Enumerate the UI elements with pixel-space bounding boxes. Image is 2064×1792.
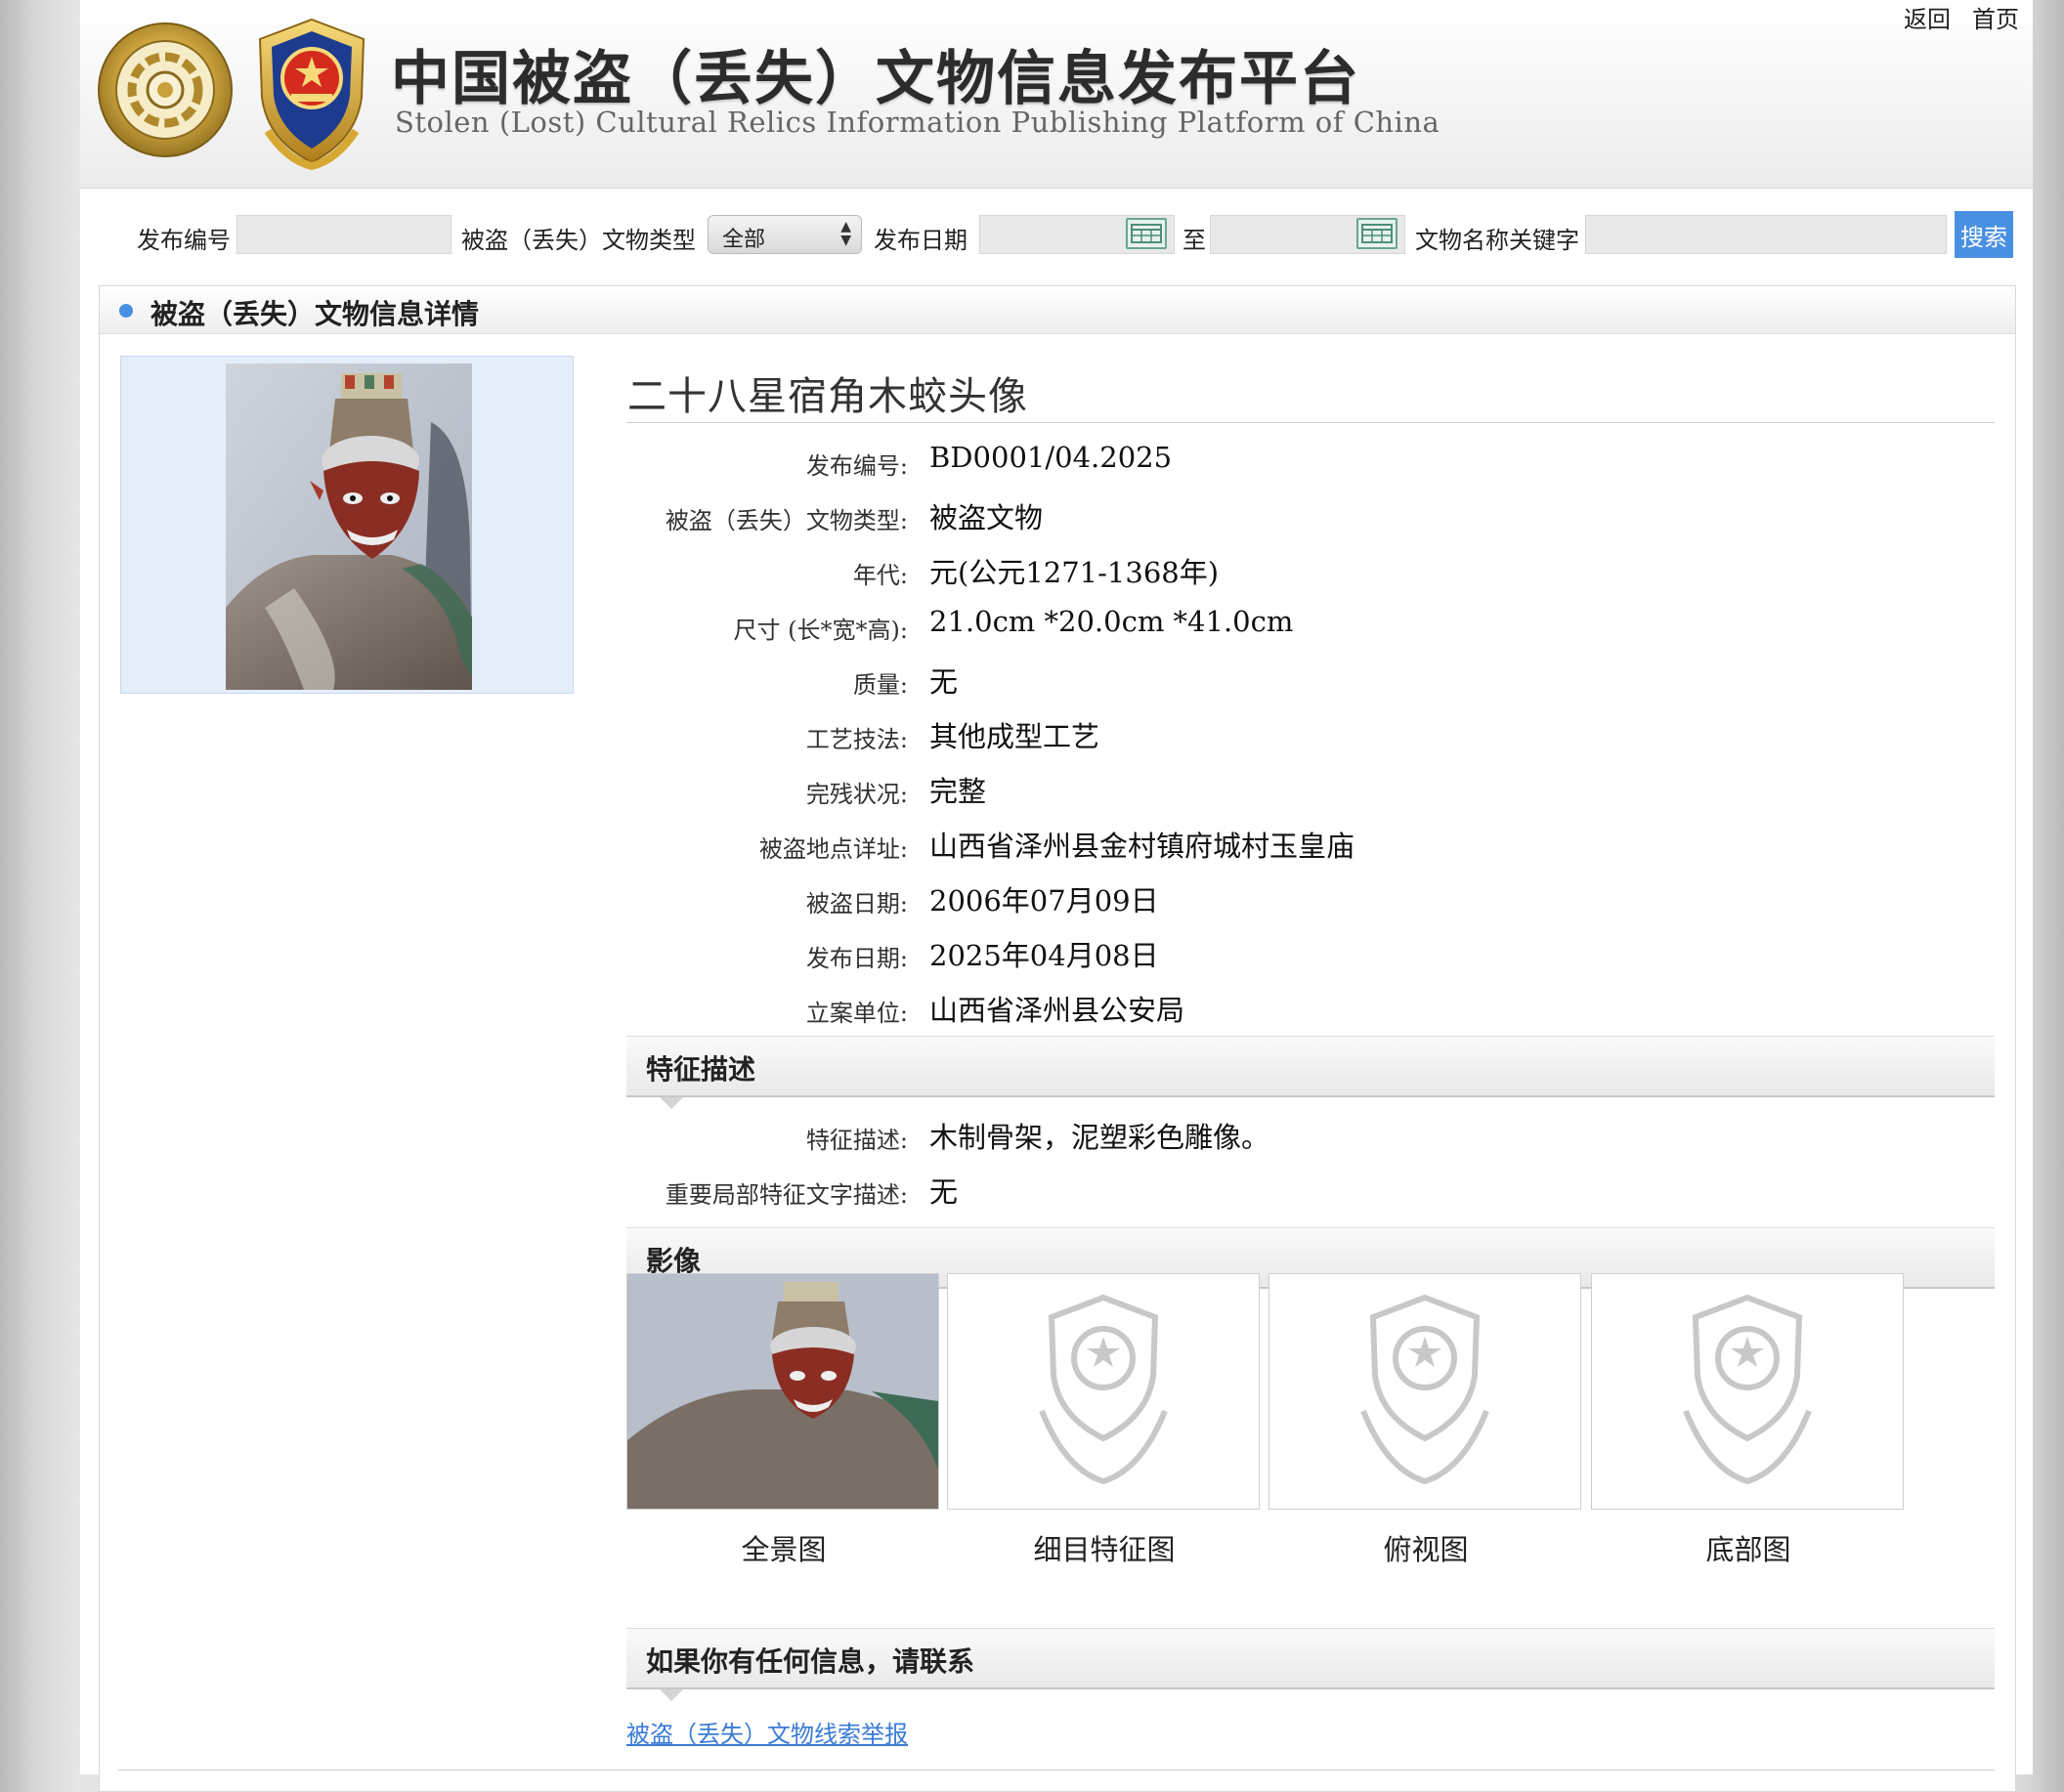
thumbnail-detail-features[interactable]	[947, 1273, 1260, 1510]
search-bar: 发布编号 被盗（丢失）文物类型 全部 ▲ ▼ 发布日期 至 文物名称关键字 搜索	[80, 209, 2033, 264]
field-label: 特征描述:	[805, 1127, 908, 1154]
section-notch-icon	[660, 1689, 683, 1701]
info-row-release-date: 发布日期: 2025年04月08日	[626, 925, 1995, 980]
field-label: 质量:	[852, 671, 908, 699]
detail-panel-header: 被盗（丢失）文物信息详情	[100, 286, 2015, 334]
thumbnail-top-view[interactable]	[1268, 1273, 1581, 1510]
china-cultural-heritage-emblem-icon	[98, 22, 233, 157]
info-row-theft-date: 被盗日期: 2006年07月09日	[626, 871, 1995, 925]
bottom-divider	[118, 1770, 1995, 1771]
top-links: 返回 首页	[1882, 0, 2019, 34]
thumbnail-caption: 全景图	[741, 1533, 827, 1566]
field-label: 完残状况:	[805, 781, 908, 808]
search-button[interactable]: 搜索	[1955, 211, 2013, 258]
field-value: 山西省泽州县公安局	[929, 994, 1185, 1027]
field-value: 山西省泽州县金村镇府城村玉皇庙	[929, 830, 1355, 863]
field-label: 发布日期:	[805, 945, 908, 972]
release-date-label: 发布日期	[874, 227, 968, 254]
release-no-label: 发布编号	[137, 227, 231, 254]
date-to-calendar-icon[interactable]	[1356, 218, 1398, 249]
info-row-era: 年代: 元(公元1271-1368年)	[626, 542, 1995, 597]
detail-panel: 被盗（丢失）文物信息详情 二十八星宿角木蛟头像 发布编号: BD0001/04.…	[99, 285, 2016, 1792]
site-title-english: Stolen (Lost) Cultural Relics Informatio…	[395, 106, 1440, 139]
relic-type-select[interactable]: 全部 ▲ ▼	[708, 215, 862, 254]
report-clue-link[interactable]: 被盗（丢失）文物线索举报	[626, 1715, 908, 1749]
site-header: 中国被盗（丢失）文物信息发布平台 Stolen (Lost) Cultural …	[80, 0, 2033, 189]
home-link[interactable]: 首页	[1972, 6, 2019, 33]
field-label: 发布编号:	[805, 452, 908, 480]
field-value: 木制骨架，泥塑彩色雕像。	[929, 1121, 1270, 1154]
info-row-craft: 工艺技法: 其他成型工艺	[626, 706, 1995, 761]
relic-type-selected: 全部	[722, 228, 766, 252]
main-photo-frame	[120, 356, 574, 694]
panorama-photo	[627, 1274, 938, 1509]
keyword-input[interactable]	[1585, 215, 1947, 254]
info-row-relic-type: 被盗（丢失）文物类型: 被盗文物	[626, 488, 1995, 542]
field-label: 被盗日期:	[805, 890, 908, 917]
release-no-input[interactable]	[236, 215, 452, 254]
field-value: 无	[929, 665, 959, 699]
field-value: 2025年04月08日	[929, 939, 1159, 972]
contact-section-header: 如果你有任何信息，请联系	[626, 1628, 1995, 1701]
field-label: 被盗（丢失）文物类型:	[665, 507, 908, 534]
select-arrows-icon: ▲ ▼	[840, 219, 851, 248]
field-label: 工艺技法:	[805, 726, 908, 753]
bullet-dot-icon	[119, 304, 133, 318]
field-label: 年代:	[852, 562, 908, 589]
info-row-dimensions: 尺寸 (长*宽*高): 21.0cm *20.0cm *41.0cm	[626, 597, 1995, 652]
keyword-label: 文物名称关键字	[1415, 227, 1579, 254]
features-section-title: 特征描述	[646, 1053, 756, 1086]
info-row-feature-desc: 特征描述: 木制骨架，泥塑彩色雕像。	[626, 1107, 1995, 1162]
thumbnail-caption: 俯视图	[1383, 1533, 1469, 1566]
field-value: 无	[929, 1175, 959, 1209]
field-value: 2006年07月09日	[929, 884, 1159, 917]
title-divider	[626, 422, 1995, 423]
thumbnail-caption: 底部图	[1705, 1533, 1791, 1566]
field-label: 重要局部特征文字描述:	[665, 1181, 908, 1209]
field-value: 元(公元1271-1368年)	[929, 556, 1220, 589]
field-value: 被盗文物	[929, 501, 1044, 534]
field-value: BD0001/04.2025	[929, 441, 1173, 474]
field-value: 21.0cm *20.0cm *41.0cm	[929, 605, 1294, 638]
info-row-release-no: 发布编号: BD0001/04.2025	[626, 433, 1995, 488]
site-title-chinese: 中国被盗（丢失）文物信息发布平台	[391, 45, 1360, 113]
police-emblem-placeholder-icon	[1683, 1294, 1812, 1485]
police-emblem-placeholder-icon	[1039, 1294, 1168, 1485]
field-label: 尺寸 (长*宽*高):	[733, 617, 908, 644]
field-label: 被盗地点详址:	[758, 835, 908, 863]
page: 中国被盗（丢失）文物信息发布平台 Stolen (Lost) Cultural …	[80, 0, 2033, 1792]
thumbnail-panorama[interactable]	[626, 1273, 939, 1510]
contact-section-title: 如果你有任何信息，请联系	[646, 1645, 975, 1678]
info-row-weight: 质量: 无	[626, 652, 1995, 706]
thumbnail-bottom-view[interactable]	[1591, 1273, 1904, 1510]
thumbnail-caption: 细目特征图	[1033, 1533, 1176, 1566]
info-row-condition: 完残状况: 完整	[626, 761, 1995, 816]
detail-panel-title: 被盗（丢失）文物信息详情	[150, 298, 480, 330]
date-to-label: 至	[1182, 227, 1206, 254]
relic-type-label: 被盗（丢失）文物类型	[461, 227, 696, 254]
info-row-filing-unit: 立案单位: 山西省泽州县公安局	[626, 980, 1995, 1035]
info-row-theft-location: 被盗地点详址: 山西省泽州县金村镇府城村玉皇庙	[626, 816, 1995, 871]
field-label: 立案单位:	[805, 1000, 908, 1027]
field-value: 其他成型工艺	[929, 720, 1100, 753]
date-from-calendar-icon[interactable]	[1126, 218, 1167, 249]
back-link[interactable]: 返回	[1904, 6, 1951, 33]
relic-name: 二十八星宿角木蛟头像	[627, 374, 1028, 419]
info-row-local-feature-desc: 重要局部特征文字描述: 无	[626, 1162, 1995, 1216]
police-emblem-icon	[258, 18, 366, 170]
features-section-header: 特征描述	[626, 1036, 1995, 1109]
police-emblem-placeholder-icon	[1360, 1294, 1489, 1485]
relic-main-photo[interactable]	[226, 363, 472, 690]
field-value: 完整	[929, 775, 987, 808]
